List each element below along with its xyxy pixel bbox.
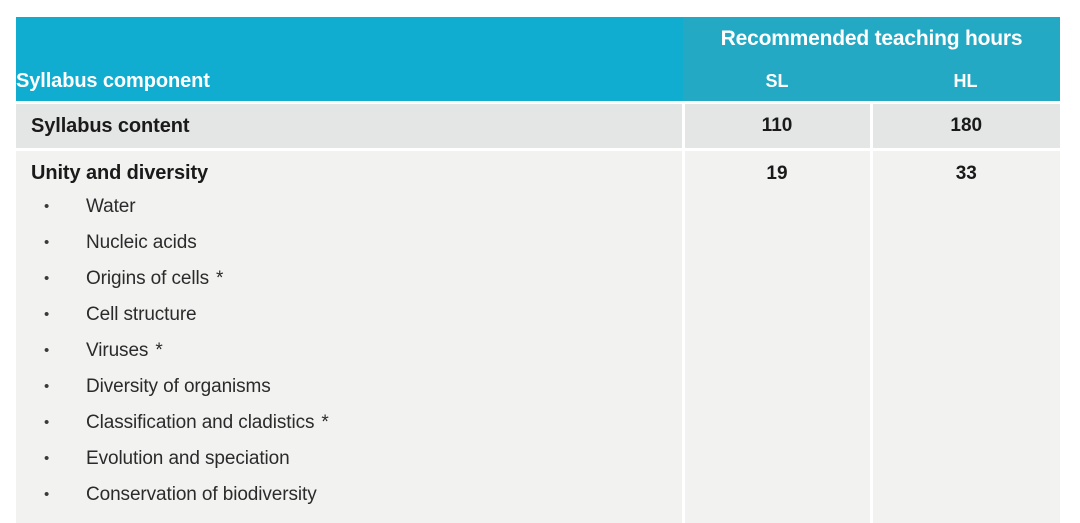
header-recommended-teaching-hours: Recommended teaching hours [683,17,1060,61]
list-item-star: * [321,412,328,433]
syllabus-table-container: Recommended teaching hours Syllabus comp… [16,17,1060,523]
header-row-bottom: Syllabus component SL HL [16,61,1060,103]
list-item-label: Viruses [86,340,148,361]
list-item: • Conservation of biodiversity [16,477,682,513]
table-header: Recommended teaching hours Syllabus comp… [16,17,1060,103]
bullet-icon: • [44,405,49,441]
list-item: • Viruses * [16,333,682,369]
bullet-icon: • [44,333,49,369]
list-item-label: Diversity of organisms [86,376,271,397]
header-hl: HL [871,61,1060,103]
list-item: • Water [16,189,682,225]
list-item: • Origins of cells * [16,261,682,297]
list-item-label: Water [86,196,135,217]
bullet-icon: • [44,441,49,477]
list-item: • Evolution and speciation [16,441,682,477]
list-item: • Classification and cladistics * [16,405,682,441]
list-item-label: Conservation of biodiversity [86,484,317,505]
syllabus-table: Recommended teaching hours Syllabus comp… [16,17,1060,523]
list-item-star: * [216,268,223,289]
bullet-icon: • [44,369,49,405]
list-item: • Cell structure [16,297,682,333]
syllabus-content-label: Syllabus content [16,103,683,150]
table-row-unity-and-diversity: Unity and diversity • Water • Nucleic acid… [16,150,1060,523]
syllabus-content-hl-hours: 180 [871,103,1060,150]
list-item-label: Cell structure [86,304,197,325]
bullet-icon: • [44,297,49,333]
table-row-syllabus-content: Syllabus content 110 180 [16,103,1060,150]
list-item-star: * [155,340,162,361]
bullet-icon: • [44,261,49,297]
topic-cell: Unity and diversity • Water • Nucleic acid… [16,150,683,523]
syllabus-content-sl-hours: 110 [683,103,871,150]
bullet-icon: • [44,477,49,513]
list-item-label: Classification and cladistics [86,412,314,433]
header-sl: SL [683,61,871,103]
bullet-icon: • [44,225,49,261]
topic-title: Unity and diversity [16,151,682,189]
list-item-label: Nucleic acids [86,232,197,253]
bullet-icon: • [44,189,49,225]
table-body: Syllabus content 110 180 Unity and diver… [16,103,1060,523]
topic-subtopic-list: • Water • Nucleic acids • Origins of cells *… [16,189,682,523]
list-item: • Diversity of organisms [16,369,682,405]
unity-and-diversity-hl-hours: 33 [871,150,1060,523]
list-item: • Nucleic acids [16,225,682,261]
list-item-label: Origins of cells [86,268,209,289]
list-item-label: Evolution and speciation [86,448,290,469]
header-spacer-cell [16,17,683,61]
header-row-top: Recommended teaching hours [16,17,1060,61]
page-root: Recommended teaching hours Syllabus comp… [0,0,1080,521]
unity-and-diversity-sl-hours: 19 [683,150,871,523]
header-syllabus-component: Syllabus component [16,61,683,103]
